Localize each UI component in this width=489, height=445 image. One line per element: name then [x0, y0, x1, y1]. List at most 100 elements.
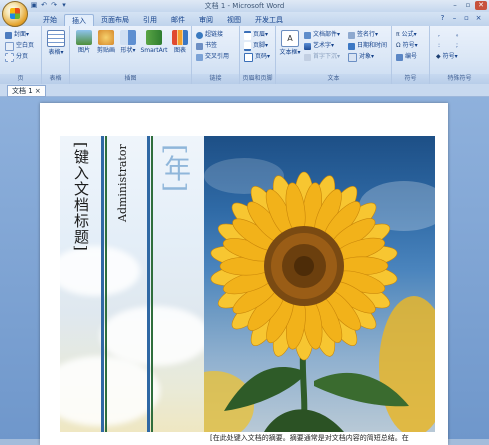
date-time-button[interactable]: 日期和时间 — [348, 41, 387, 51]
page-break-icon — [5, 52, 14, 62]
page-number-button[interactable]: 页码 ▾ — [244, 52, 270, 62]
group-pages: 封面 ▾ 空白页 分页 页 — [0, 26, 42, 84]
header-icon — [244, 30, 251, 40]
sunflower-photo[interactable] — [204, 136, 435, 432]
globe-icon — [196, 31, 203, 39]
cross-reference-button[interactable]: 交叉引用 — [196, 52, 229, 62]
special-comma-button[interactable]: , — [438, 30, 440, 40]
signature-line-icon — [348, 31, 355, 39]
ribbon-close-icon[interactable]: × — [474, 14, 483, 23]
group-tables: 表格▾ 表格 — [42, 26, 70, 84]
quick-parts-icon — [304, 31, 311, 39]
special-semicolon-button[interactable]: ; — [456, 41, 458, 51]
blank-page-button[interactable]: 空白页 — [5, 41, 34, 51]
hyperlink-button[interactable]: 超链接 — [196, 30, 223, 40]
office-button[interactable] — [2, 1, 28, 27]
smartart-button[interactable]: SmartArt — [140, 30, 168, 55]
maximize-icon[interactable]: ▫ — [462, 1, 474, 10]
equation-button[interactable]: π 公式 ▾ — [396, 30, 417, 40]
object-button[interactable]: 对象 ▾ — [348, 52, 374, 62]
picture-icon — [76, 30, 92, 45]
group-label-links: 链接 — [192, 74, 239, 84]
drop-cap-button[interactable]: 首字下沉 ▾ — [304, 52, 340, 62]
group-symbols: π 公式 ▾ Ω 符号 ▾ 编号 符号 — [392, 26, 430, 84]
shapes-icon — [120, 30, 136, 45]
symbol-button[interactable]: Ω 符号 ▾ — [396, 41, 418, 51]
ribbon-help-controls: ? – ▫ × — [438, 14, 483, 23]
author-placeholder[interactable]: Administrator — [116, 144, 132, 264]
document-page[interactable]: [键入文档标题] Administrator [年] [在此处键入文档的摘要。摘… — [40, 103, 448, 445]
shapes-button[interactable]: 形状▾ — [117, 30, 139, 55]
textbox-icon: A — [281, 30, 299, 47]
group-label-tables: 表格 — [42, 74, 69, 84]
special-period-button[interactable]: 。 — [456, 30, 462, 40]
document-title-placeholder[interactable]: [键入文档标题] — [70, 142, 92, 270]
quick-parts-button[interactable]: 文档部件 ▾ — [304, 30, 340, 40]
blue-stripe-left — [101, 136, 104, 432]
cover-page-button[interactable]: 封面 ▾ — [5, 30, 29, 40]
window-controls: – ▫ ✕ — [449, 1, 487, 10]
special-symbol-button[interactable]: ◆ 符号 ▾ — [436, 52, 458, 62]
diamond-icon: ◆ — [436, 53, 441, 60]
bookmark-button[interactable]: 书签 — [196, 41, 217, 51]
drop-cap-icon — [304, 53, 311, 61]
close-icon[interactable]: ✕ — [475, 1, 487, 10]
undo-icon[interactable]: ↶ — [40, 1, 48, 10]
title-bar: 文档 1 - Microsoft Word ▣ ↶ ↷ ▾ – ▫ ✕ — [0, 0, 489, 12]
tab-6[interactable]: 视图 — [220, 14, 248, 26]
table-button[interactable]: 表格▾ — [45, 30, 67, 57]
quick-access-toolbar: ▣ ↶ ↷ ▾ — [30, 1, 68, 10]
textbox-button[interactable]: A 文本框▾ — [278, 30, 302, 57]
footer-icon — [244, 41, 251, 51]
tab-2[interactable]: 页面布局 — [94, 14, 136, 26]
pi-icon: π — [396, 31, 400, 38]
cover-page-icon — [5, 31, 12, 39]
tab-3[interactable]: 引用 — [136, 14, 164, 26]
numbering-button[interactable]: 编号 — [396, 52, 417, 62]
sunflower-image — [204, 158, 435, 432]
office-logo-icon — [10, 8, 20, 19]
table-icon — [47, 30, 65, 47]
blank-page-icon — [5, 41, 14, 51]
document-tab-bar: 文档 1 × — [0, 84, 489, 97]
page-break-button[interactable]: 分页 — [5, 52, 28, 62]
header-button[interactable]: 页眉 ▾ — [244, 30, 268, 40]
chart-button[interactable]: 图表 — [169, 30, 191, 55]
wordart-button[interactable]: 艺术字 ▾ — [304, 41, 334, 51]
group-label-special-symbols: 特殊符号 — [430, 74, 489, 84]
clipart-button[interactable]: 剪贴画 — [95, 30, 117, 55]
group-label-text: 文本 — [276, 74, 391, 84]
wordart-icon — [304, 42, 311, 50]
green-stripe-right — [151, 136, 153, 432]
signature-line-button[interactable]: 签名行 ▾ — [348, 30, 378, 40]
group-special-symbols: , 。 : ; ◆ 符号 ▾ 特殊符号 — [430, 26, 489, 84]
ribbon-restore-icon[interactable]: ▫ — [462, 14, 471, 23]
tab-5[interactable]: 审阅 — [192, 14, 220, 26]
clipart-icon — [98, 30, 114, 45]
ribbon: 封面 ▾ 空白页 分页 页 表格▾ 表格 图片 剪贴画 形状▾ SmartArt … — [0, 26, 489, 85]
picture-button[interactable]: 图片 — [73, 30, 95, 55]
abstract-placeholder[interactable]: [在此处键入文档的摘要。摘要通常是对文档内容的简短总结。在 — [210, 432, 442, 444]
tab-close-icon[interactable]: × — [35, 87, 41, 95]
minimize-icon[interactable]: – — [449, 1, 461, 10]
group-illustrations: 图片 剪贴画 形状▾ SmartArt 图表 插图 — [70, 26, 192, 84]
help-icon[interactable]: ? — [438, 14, 447, 23]
qat-dropdown-icon[interactable]: ▾ — [60, 1, 68, 10]
group-label-illustrations: 插图 — [70, 74, 191, 84]
ribbon-minimize-icon[interactable]: – — [450, 14, 459, 23]
omega-icon: Ω — [396, 42, 401, 49]
year-placeholder[interactable]: [年] — [159, 144, 194, 224]
group-text: A 文本框▾ 文档部件 ▾ 艺术字 ▾ 首字下沉 ▾ 签名行 ▾ 日期和时间 对象 ▾ 文本 — [276, 26, 392, 84]
smartart-icon — [146, 30, 162, 45]
tab-0[interactable]: 开始 — [36, 14, 64, 26]
tab-4[interactable]: 邮件 — [164, 14, 192, 26]
green-stripe-left — [105, 136, 107, 432]
save-icon[interactable]: ▣ — [30, 1, 38, 10]
group-links: 超链接 书签 交叉引用 链接 — [192, 26, 240, 84]
document-tab[interactable]: 文档 1 × — [7, 85, 46, 97]
chart-icon — [172, 30, 188, 45]
tab-7[interactable]: 开发工具 — [248, 14, 290, 26]
special-colon-button[interactable]: : — [438, 41, 440, 51]
footer-button[interactable]: 页脚 ▾ — [244, 41, 268, 51]
redo-icon[interactable]: ↷ — [50, 1, 58, 10]
